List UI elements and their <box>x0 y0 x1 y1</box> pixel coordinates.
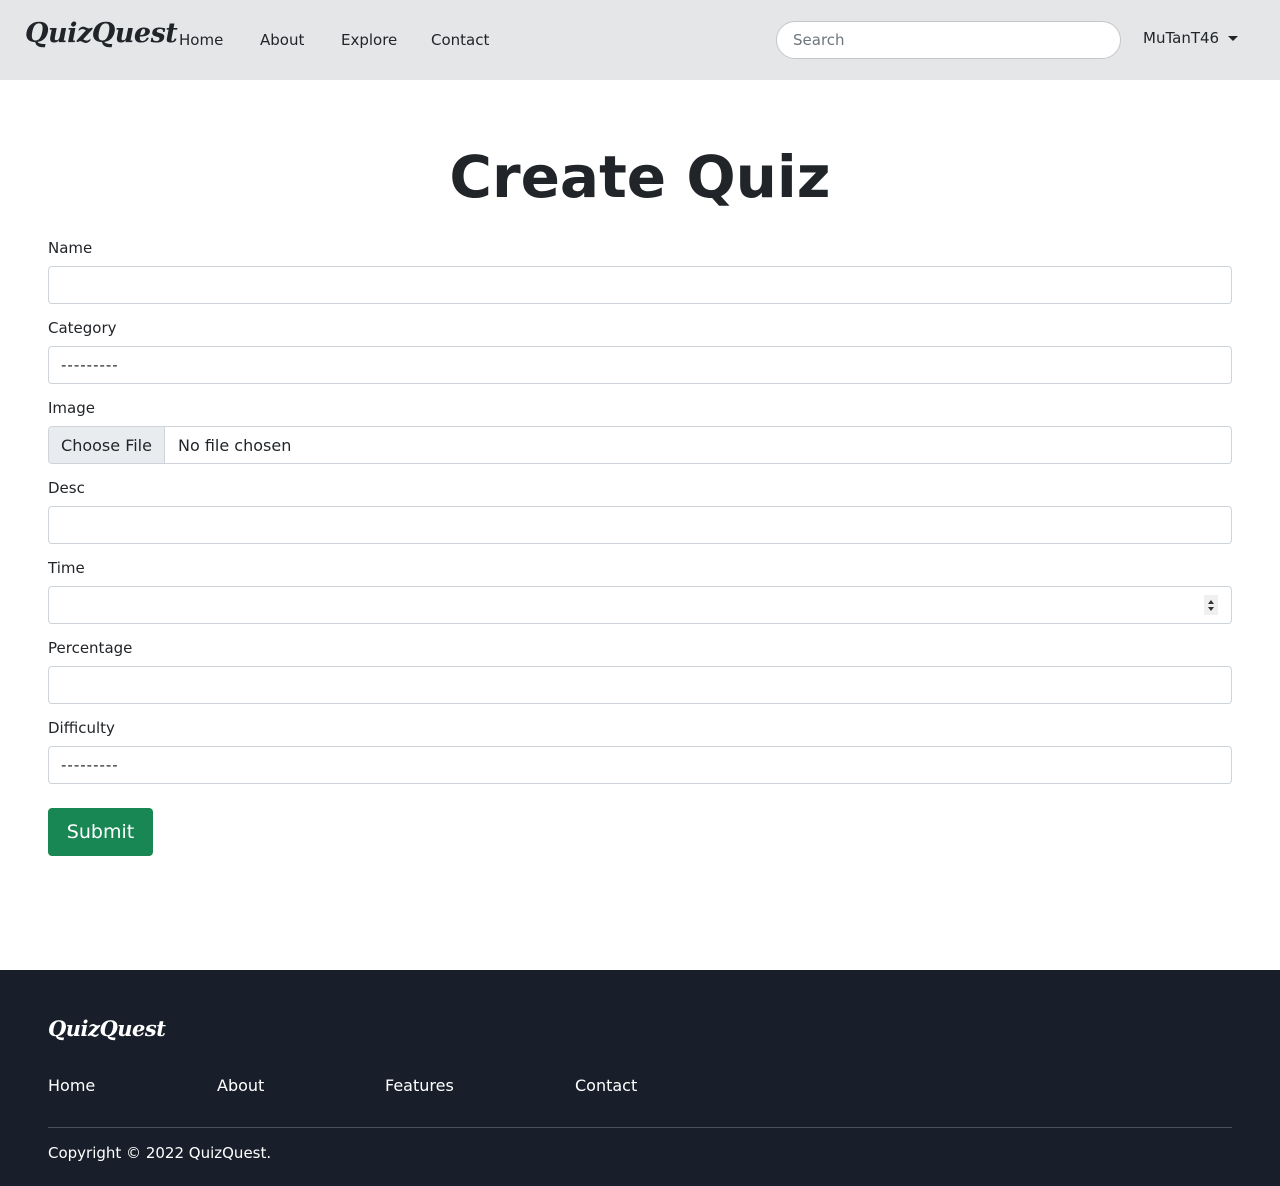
search-input[interactable] <box>776 21 1121 59</box>
footer-link-about[interactable]: About <box>217 1076 264 1095</box>
copyright-text: Copyright © 2022 QuizQuest. <box>48 1144 272 1162</box>
footer-brand-logo[interactable]: QuizQuest <box>48 1016 166 1041</box>
spin-down-icon[interactable] <box>1208 606 1214 611</box>
footer-link-home[interactable]: Home <box>48 1076 95 1095</box>
time-label: Time <box>48 559 85 577</box>
desc-input[interactable] <box>48 506 1232 544</box>
caret-down-icon <box>1228 35 1239 41</box>
name-input[interactable] <box>48 266 1232 304</box>
nav-links: Home About Explore Contact <box>179 31 489 49</box>
percentage-input[interactable] <box>48 666 1232 704</box>
footer-divider <box>48 1127 1232 1128</box>
desc-label: Desc <box>48 479 85 497</box>
choose-file-button[interactable]: Choose File <box>49 427 165 463</box>
nav-link-contact[interactable]: Contact <box>431 31 489 49</box>
submit-button[interactable]: Submit <box>48 808 153 856</box>
navbar: QuizQuest Home About Explore Contact MuT… <box>0 0 1280 80</box>
user-name: MuTanT46 <box>1143 29 1220 47</box>
footer: QuizQuest Home About Features Contact Co… <box>0 970 1280 1186</box>
image-file-input[interactable]: Choose File No file chosen <box>48 426 1232 464</box>
footer-link-features[interactable]: Features <box>385 1076 454 1095</box>
number-spinner-icon[interactable] <box>1204 595 1218 615</box>
name-label: Name <box>48 239 93 257</box>
nav-link-explore[interactable]: Explore <box>341 31 397 49</box>
category-selected-value: --------- <box>61 356 119 374</box>
percentage-label: Percentage <box>48 639 133 657</box>
category-select[interactable]: --------- <box>48 346 1232 384</box>
file-status-text: No file chosen <box>178 435 292 455</box>
category-label: Category <box>48 319 117 337</box>
nav-link-about[interactable]: About <box>260 31 305 49</box>
nav-link-home[interactable]: Home <box>179 31 224 49</box>
difficulty-select[interactable]: --------- <box>48 746 1232 784</box>
time-number-input[interactable] <box>48 586 1232 624</box>
user-menu-dropdown[interactable]: MuTanT46 <box>1143 29 1239 47</box>
difficulty-selected-value: --------- <box>61 756 119 774</box>
page-title: Create Quiz <box>449 143 831 211</box>
difficulty-label: Difficulty <box>48 719 115 737</box>
image-label: Image <box>48 399 95 417</box>
brand-logo[interactable]: QuizQuest <box>25 18 178 49</box>
footer-link-contact[interactable]: Contact <box>575 1076 637 1095</box>
spin-up-icon[interactable] <box>1208 599 1214 604</box>
